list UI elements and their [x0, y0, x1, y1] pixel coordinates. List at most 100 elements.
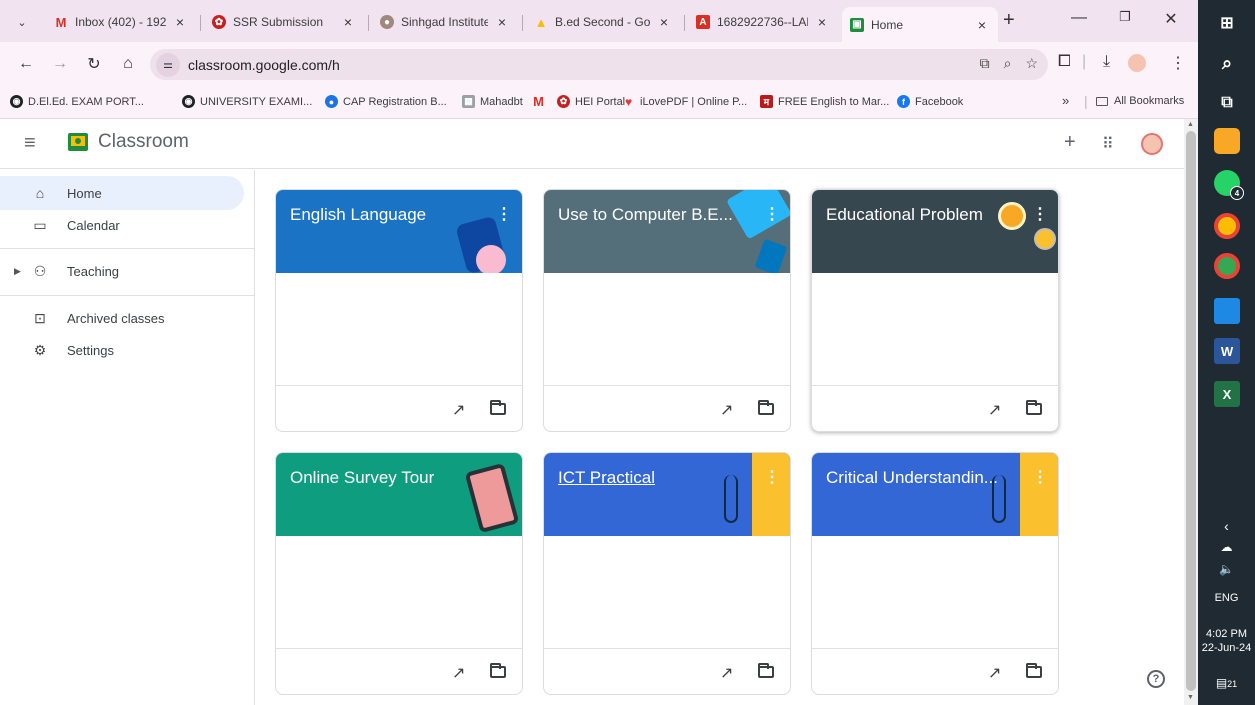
bookmark-ilovepdf[interactable]: ♥ iLovePDF | Online P... [622, 95, 747, 109]
trending-icon[interactable]: ↗ [720, 400, 733, 420]
windows-start-icon[interactable]: ⊞ [1214, 10, 1240, 36]
language-indicator[interactable]: ENG [1198, 592, 1255, 604]
expand-caret-icon[interactable]: ▶ [14, 266, 21, 277]
forward-icon[interactable]: → [48, 52, 72, 76]
profile-avatar-icon[interactable] [1128, 54, 1146, 72]
close-icon[interactable]: × [656, 14, 672, 30]
folder-icon[interactable] [758, 400, 774, 415]
more-options-icon[interactable]: ⋮ [764, 467, 780, 487]
tab-drive[interactable]: ▲ B.ed Second - Goo × [526, 7, 680, 37]
window-close-icon[interactable]: ✕ [1156, 9, 1186, 29]
card-banner[interactable]: ICT Practical ⋮ [544, 453, 790, 536]
document-app-icon[interactable] [1214, 298, 1240, 324]
scroll-up-icon[interactable]: ▲ [1187, 121, 1194, 128]
bookmark-mahadbt[interactable]: ▦ Mahadbt [462, 95, 523, 108]
scrollbar-thumb[interactable] [1186, 131, 1196, 691]
chrome-icon[interactable] [1214, 213, 1240, 239]
trending-icon[interactable]: ↗ [452, 663, 465, 683]
all-bookmarks-button[interactable]: All Bookmarks [1096, 95, 1184, 107]
card-title[interactable]: English Language [290, 205, 426, 225]
card-title[interactable]: Use to Computer B.E... [558, 205, 733, 225]
tab-sinhgad[interactable]: ● Sinhgad Institutes - × [372, 7, 518, 37]
main-menu-icon[interactable]: ≡ [24, 132, 36, 155]
tab-inbox[interactable]: M Inbox (402) - 192.tu × [46, 7, 196, 37]
trending-icon[interactable]: ↗ [452, 400, 465, 420]
home-button-icon[interactable]: ⌂ [116, 52, 140, 76]
trending-icon[interactable]: ↗ [988, 663, 1001, 683]
chrome-profile-icon[interactable] [1214, 253, 1240, 279]
tab-pdf[interactable]: A 1682922736--LANI × [688, 7, 838, 37]
close-icon[interactable]: × [172, 14, 188, 30]
tab-search-button[interactable]: ⌄ [10, 10, 34, 34]
more-options-icon[interactable]: ⋮ [764, 204, 780, 224]
task-view-icon[interactable]: ⧉ [1214, 90, 1240, 116]
close-icon[interactable]: × [974, 17, 990, 33]
class-card-online-survey-tour[interactable]: Online Survey Tour ↗ [275, 452, 523, 695]
more-options-icon[interactable]: ⋮ [496, 204, 512, 224]
account-avatar[interactable] [1141, 133, 1163, 155]
minimize-icon[interactable]: — [1064, 9, 1094, 27]
sidebar-item-archived-classes[interactable]: ⊡ Archived classes [0, 301, 244, 335]
folder-icon[interactable] [490, 663, 506, 678]
card-banner[interactable]: Critical Understandin... ⋮ [812, 453, 1058, 536]
close-icon[interactable]: × [814, 14, 830, 30]
classroom-logo-icon[interactable] [68, 133, 88, 151]
bookmark-english-to-marathi[interactable]: म FREE English to Mar... [760, 95, 889, 108]
card-title[interactable]: Critical Understandin... [826, 468, 998, 488]
address-bar[interactable]: ⚌ classroom.google.com/h ⧉ ⌕ ☆ [150, 49, 1048, 80]
zoom-icon[interactable]: ⌕ [1004, 55, 1012, 72]
bookmark-university-exam[interactable]: ◉ UNIVERSITY EXAMI... [182, 95, 312, 108]
restore-icon[interactable]: ❐ [1110, 9, 1140, 25]
downloads-icon[interactable]: ⤓ [1103, 53, 1110, 71]
folder-icon[interactable] [758, 663, 774, 678]
more-options-icon[interactable]: ⋮ [1032, 467, 1048, 487]
excel-icon[interactable]: X [1214, 381, 1240, 407]
close-icon[interactable]: × [494, 14, 510, 30]
create-class-icon[interactable]: + [1064, 131, 1076, 154]
search-icon[interactable]: ⌕ [1214, 50, 1240, 76]
menu-kebab-icon[interactable]: ⋮ [1170, 53, 1186, 73]
class-card-english-language[interactable]: English Language ⋮ ↗ [275, 189, 523, 432]
tab-home[interactable]: ▣ Home × [842, 7, 998, 42]
card-banner[interactable]: Use to Computer B.E... ⋮ [544, 190, 790, 273]
onedrive-icon[interactable]: ☁ [1198, 540, 1255, 554]
tab-ssr-submission[interactable]: ✿ SSR Submission × [204, 7, 364, 37]
bookmark-hei-portal[interactable]: ✿ HEI Portal [557, 95, 625, 108]
help-icon[interactable]: ? [1147, 670, 1165, 688]
class-card-educational-problem[interactable]: Educational Problem ⋮ ↗ [811, 189, 1059, 432]
bookmarks-overflow-button[interactable]: » [1062, 93, 1069, 108]
clock-date[interactable]: 22-Jun-24 [1198, 642, 1255, 654]
class-card-critical-understanding[interactable]: Critical Understandin... ⋮ ↗ [811, 452, 1059, 695]
sidebar-item-calendar[interactable]: ▭ Calendar [0, 208, 244, 242]
install-app-icon[interactable]: ⧉ [980, 55, 990, 72]
scroll-down-icon[interactable]: ▼ [1187, 694, 1194, 701]
new-tab-button[interactable]: + [1003, 9, 1015, 32]
card-title[interactable]: Online Survey Tour [290, 468, 434, 488]
folder-icon[interactable] [490, 400, 506, 415]
card-banner[interactable]: Online Survey Tour [276, 453, 522, 536]
network-volume-icon[interactable]: 🔈 [1198, 562, 1255, 576]
sidebar-item-settings[interactable]: ⚙ Settings [0, 333, 244, 367]
trending-icon[interactable]: ↗ [988, 400, 1001, 420]
folder-icon[interactable] [1026, 663, 1042, 678]
bookmark-gmail[interactable]: M [532, 94, 550, 109]
whatsapp-icon[interactable]: 4 [1214, 170, 1244, 200]
url-text[interactable]: classroom.google.com/h [188, 57, 340, 73]
card-banner[interactable]: Educational Problem ⋮ [812, 190, 1058, 273]
bookmark-cap-registration[interactable]: ● CAP Registration B... [325, 95, 447, 108]
show-hidden-icons[interactable]: ‹ [1198, 518, 1255, 534]
bookmark-facebook[interactable]: f Facebook [897, 95, 963, 108]
app-title[interactable]: Classroom [98, 131, 189, 153]
card-title[interactable]: Educational Problem [826, 205, 983, 225]
bookmark-deled-exam[interactable]: ◉ D.El.Ed. EXAM PORT... [10, 95, 144, 108]
close-icon[interactable]: × [340, 14, 356, 30]
file-explorer-icon[interactable] [1214, 128, 1240, 154]
notifications-icon[interactable]: ▤21 [1198, 676, 1255, 690]
extensions-icon[interactable]: ⧠ [1058, 53, 1071, 71]
more-options-icon[interactable]: ⋮ [1032, 204, 1048, 224]
card-banner[interactable]: English Language ⋮ [276, 190, 522, 273]
site-info-icon[interactable]: ⚌ [156, 52, 180, 77]
back-icon[interactable]: ← [14, 52, 38, 76]
class-card-use-to-computer[interactable]: Use to Computer B.E... ⋮ ↗ [543, 189, 791, 432]
word-icon[interactable]: W [1214, 338, 1240, 364]
